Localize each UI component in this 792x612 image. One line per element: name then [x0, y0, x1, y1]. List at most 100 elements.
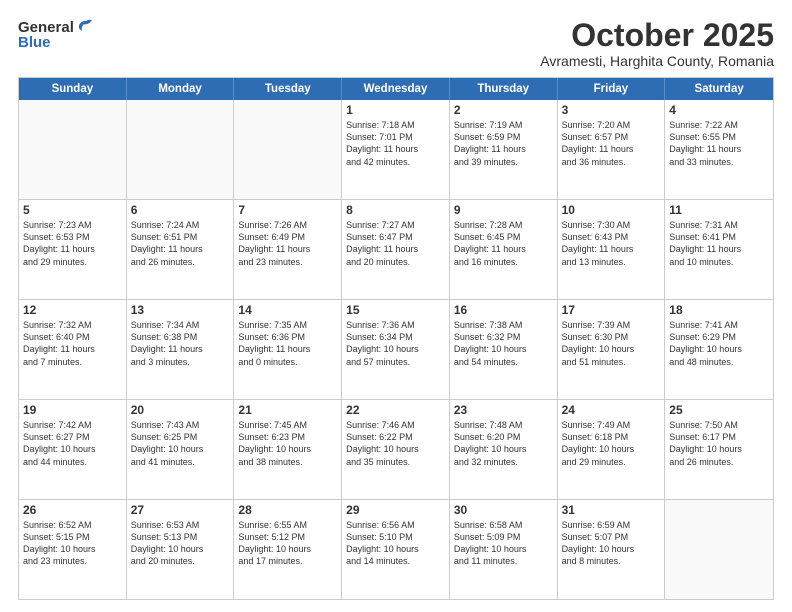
cell-info: Sunrise: 7:48 AMSunset: 6:20 PMDaylight:… — [454, 419, 553, 468]
cell-info: Sunrise: 7:31 AMSunset: 6:41 PMDaylight:… — [669, 219, 769, 268]
calendar-cell: 5 Sunrise: 7:23 AMSunset: 6:53 PMDaylight… — [19, 200, 127, 299]
cell-info: Sunrise: 7:23 AMSunset: 6:53 PMDaylight:… — [23, 219, 122, 268]
day-number: 27 — [131, 503, 230, 517]
day-number: 30 — [454, 503, 553, 517]
weekday-header: Wednesday — [342, 78, 450, 100]
day-number: 16 — [454, 303, 553, 317]
day-number: 14 — [238, 303, 337, 317]
calendar-cell: 1 Sunrise: 7:18 AMSunset: 7:01 PMDaylight… — [342, 100, 450, 199]
cell-info: Sunrise: 7:32 AMSunset: 6:40 PMDaylight:… — [23, 319, 122, 368]
weekday-header: Monday — [127, 78, 235, 100]
calendar-cell — [127, 100, 235, 199]
cell-info: Sunrise: 7:24 AMSunset: 6:51 PMDaylight:… — [131, 219, 230, 268]
day-number: 29 — [346, 503, 445, 517]
cell-info: Sunrise: 7:19 AMSunset: 6:59 PMDaylight:… — [454, 119, 553, 168]
cell-info: Sunrise: 7:18 AMSunset: 7:01 PMDaylight:… — [346, 119, 445, 168]
day-number: 5 — [23, 203, 122, 217]
cell-info: Sunrise: 7:39 AMSunset: 6:30 PMDaylight:… — [562, 319, 661, 368]
day-number: 1 — [346, 103, 445, 117]
day-number: 21 — [238, 403, 337, 417]
cell-info: Sunrise: 6:58 AMSunset: 5:09 PMDaylight:… — [454, 519, 553, 568]
calendar-cell: 26 Sunrise: 6:52 AMSunset: 5:15 PMDayligh… — [19, 500, 127, 599]
calendar-cell: 10 Sunrise: 7:30 AMSunset: 6:43 PMDayligh… — [558, 200, 666, 299]
cell-info: Sunrise: 7:30 AMSunset: 6:43 PMDaylight:… — [562, 219, 661, 268]
calendar-cell: 13Sunrise: 7:34 AMSunset: 6:38 PMDayligh… — [127, 300, 235, 399]
day-number: 20 — [131, 403, 230, 417]
calendar-row: 1 Sunrise: 7:18 AMSunset: 7:01 PMDaylight… — [19, 100, 773, 199]
day-number: 10 — [562, 203, 661, 217]
weekday-header: Saturday — [665, 78, 773, 100]
logo: General Blue — [18, 18, 94, 51]
calendar-cell: 30 Sunrise: 6:58 AMSunset: 5:09 PMDayligh… — [450, 500, 558, 599]
cell-info: Sunrise: 7:35 AMSunset: 6:36 PMDaylight:… — [238, 319, 337, 368]
day-number: 13 — [131, 303, 230, 317]
day-number: 24 — [562, 403, 661, 417]
cell-info: Sunrise: 7:28 AMSunset: 6:45 PMDaylight:… — [454, 219, 553, 268]
cell-info: Sunrise: 7:38 AMSunset: 6:32 PMDaylight:… — [454, 319, 553, 368]
calendar-cell: 11 Sunrise: 7:31 AMSunset: 6:41 PMDayligh… — [665, 200, 773, 299]
month-title: October 2025 — [540, 18, 774, 53]
logo-blue: Blue — [18, 34, 51, 51]
day-number: 7 — [238, 203, 337, 217]
header: General Blue October 2025 Avramesti, Har… — [18, 18, 774, 69]
calendar-cell: 18 Sunrise: 7:41 AMSunset: 6:29 PMDayligh… — [665, 300, 773, 399]
cell-info: Sunrise: 6:56 AMSunset: 5:10 PMDaylight:… — [346, 519, 445, 568]
calendar-cell: 3Sunrise: 7:20 AMSunset: 6:57 PMDaylight… — [558, 100, 666, 199]
cell-info: Sunrise: 7:27 AMSunset: 6:47 PMDaylight:… — [346, 219, 445, 268]
cell-info: Sunrise: 7:22 AMSunset: 6:55 PMDaylight:… — [669, 119, 769, 168]
calendar: SundayMondayTuesdayWednesdayThursdayFrid… — [18, 77, 774, 600]
cell-info: Sunrise: 6:59 AMSunset: 5:07 PMDaylight:… — [562, 519, 661, 568]
cell-info: Sunrise: 7:46 AMSunset: 6:22 PMDaylight:… — [346, 419, 445, 468]
day-number: 28 — [238, 503, 337, 517]
cell-info: Sunrise: 7:41 AMSunset: 6:29 PMDaylight:… — [669, 319, 769, 368]
day-number: 11 — [669, 203, 769, 217]
day-number: 9 — [454, 203, 553, 217]
calendar-cell: 29 Sunrise: 6:56 AMSunset: 5:10 PMDayligh… — [342, 500, 450, 599]
calendar-cell: 4 Sunrise: 7:22 AMSunset: 6:55 PMDaylight… — [665, 100, 773, 199]
calendar-cell: 20 Sunrise: 7:43 AMSunset: 6:25 PMDayligh… — [127, 400, 235, 499]
calendar-cell: 25Sunrise: 7:50 AMSunset: 6:17 PMDayligh… — [665, 400, 773, 499]
calendar-cell: 12Sunrise: 7:32 AMSunset: 6:40 PMDayligh… — [19, 300, 127, 399]
cell-info: Sunrise: 7:50 AMSunset: 6:17 PMDaylight:… — [669, 419, 769, 468]
calendar-cell: 28 Sunrise: 6:55 AMSunset: 5:12 PMDayligh… — [234, 500, 342, 599]
day-number: 17 — [562, 303, 661, 317]
day-number: 19 — [23, 403, 122, 417]
cell-info: Sunrise: 6:53 AMSunset: 5:13 PMDaylight:… — [131, 519, 230, 568]
calendar-cell: 8 Sunrise: 7:27 AMSunset: 6:47 PMDaylight… — [342, 200, 450, 299]
calendar-cell: 17 Sunrise: 7:39 AMSunset: 6:30 PMDayligh… — [558, 300, 666, 399]
location-title: Avramesti, Harghita County, Romania — [540, 53, 774, 69]
day-number: 26 — [23, 503, 122, 517]
calendar-cell: 22 Sunrise: 7:46 AMSunset: 6:22 PMDayligh… — [342, 400, 450, 499]
weekday-header: Tuesday — [234, 78, 342, 100]
calendar-row: 5 Sunrise: 7:23 AMSunset: 6:53 PMDaylight… — [19, 199, 773, 299]
cell-info: Sunrise: 7:49 AMSunset: 6:18 PMDaylight:… — [562, 419, 661, 468]
day-number: 8 — [346, 203, 445, 217]
calendar-cell: 23Sunrise: 7:48 AMSunset: 6:20 PMDayligh… — [450, 400, 558, 499]
cell-info: Sunrise: 7:20 AMSunset: 6:57 PMDaylight:… — [562, 119, 661, 168]
calendar-cell: 19 Sunrise: 7:42 AMSunset: 6:27 PMDayligh… — [19, 400, 127, 499]
calendar-cell: 27 Sunrise: 6:53 AMSunset: 5:13 PMDayligh… — [127, 500, 235, 599]
logo-general: General — [18, 19, 74, 36]
calendar-cell: 9 Sunrise: 7:28 AMSunset: 6:45 PMDaylight… — [450, 200, 558, 299]
day-number: 4 — [669, 103, 769, 117]
calendar-body: 1 Sunrise: 7:18 AMSunset: 7:01 PMDaylight… — [19, 100, 773, 599]
calendar-row: 12Sunrise: 7:32 AMSunset: 6:40 PMDayligh… — [19, 299, 773, 399]
cell-info: Sunrise: 7:36 AMSunset: 6:34 PMDaylight:… — [346, 319, 445, 368]
day-number: 2 — [454, 103, 553, 117]
cell-info: Sunrise: 6:52 AMSunset: 5:15 PMDaylight:… — [23, 519, 122, 568]
day-number: 6 — [131, 203, 230, 217]
calendar-row: 19 Sunrise: 7:42 AMSunset: 6:27 PMDayligh… — [19, 399, 773, 499]
calendar-cell — [665, 500, 773, 599]
calendar-cell: 2 Sunrise: 7:19 AMSunset: 6:59 PMDaylight… — [450, 100, 558, 199]
calendar-cell: 31Sunrise: 6:59 AMSunset: 5:07 PMDayligh… — [558, 500, 666, 599]
cell-info: Sunrise: 6:55 AMSunset: 5:12 PMDaylight:… — [238, 519, 337, 568]
calendar-cell: 6 Sunrise: 7:24 AMSunset: 6:51 PMDaylight… — [127, 200, 235, 299]
calendar-cell: 14 Sunrise: 7:35 AMSunset: 6:36 PMDayligh… — [234, 300, 342, 399]
weekday-header: Thursday — [450, 78, 558, 100]
day-number: 18 — [669, 303, 769, 317]
calendar-cell: 16 Sunrise: 7:38 AMSunset: 6:32 PMDayligh… — [450, 300, 558, 399]
day-number: 22 — [346, 403, 445, 417]
cell-info: Sunrise: 7:42 AMSunset: 6:27 PMDaylight:… — [23, 419, 122, 468]
cell-info: Sunrise: 7:43 AMSunset: 6:25 PMDaylight:… — [131, 419, 230, 468]
cell-info: Sunrise: 7:26 AMSunset: 6:49 PMDaylight:… — [238, 219, 337, 268]
